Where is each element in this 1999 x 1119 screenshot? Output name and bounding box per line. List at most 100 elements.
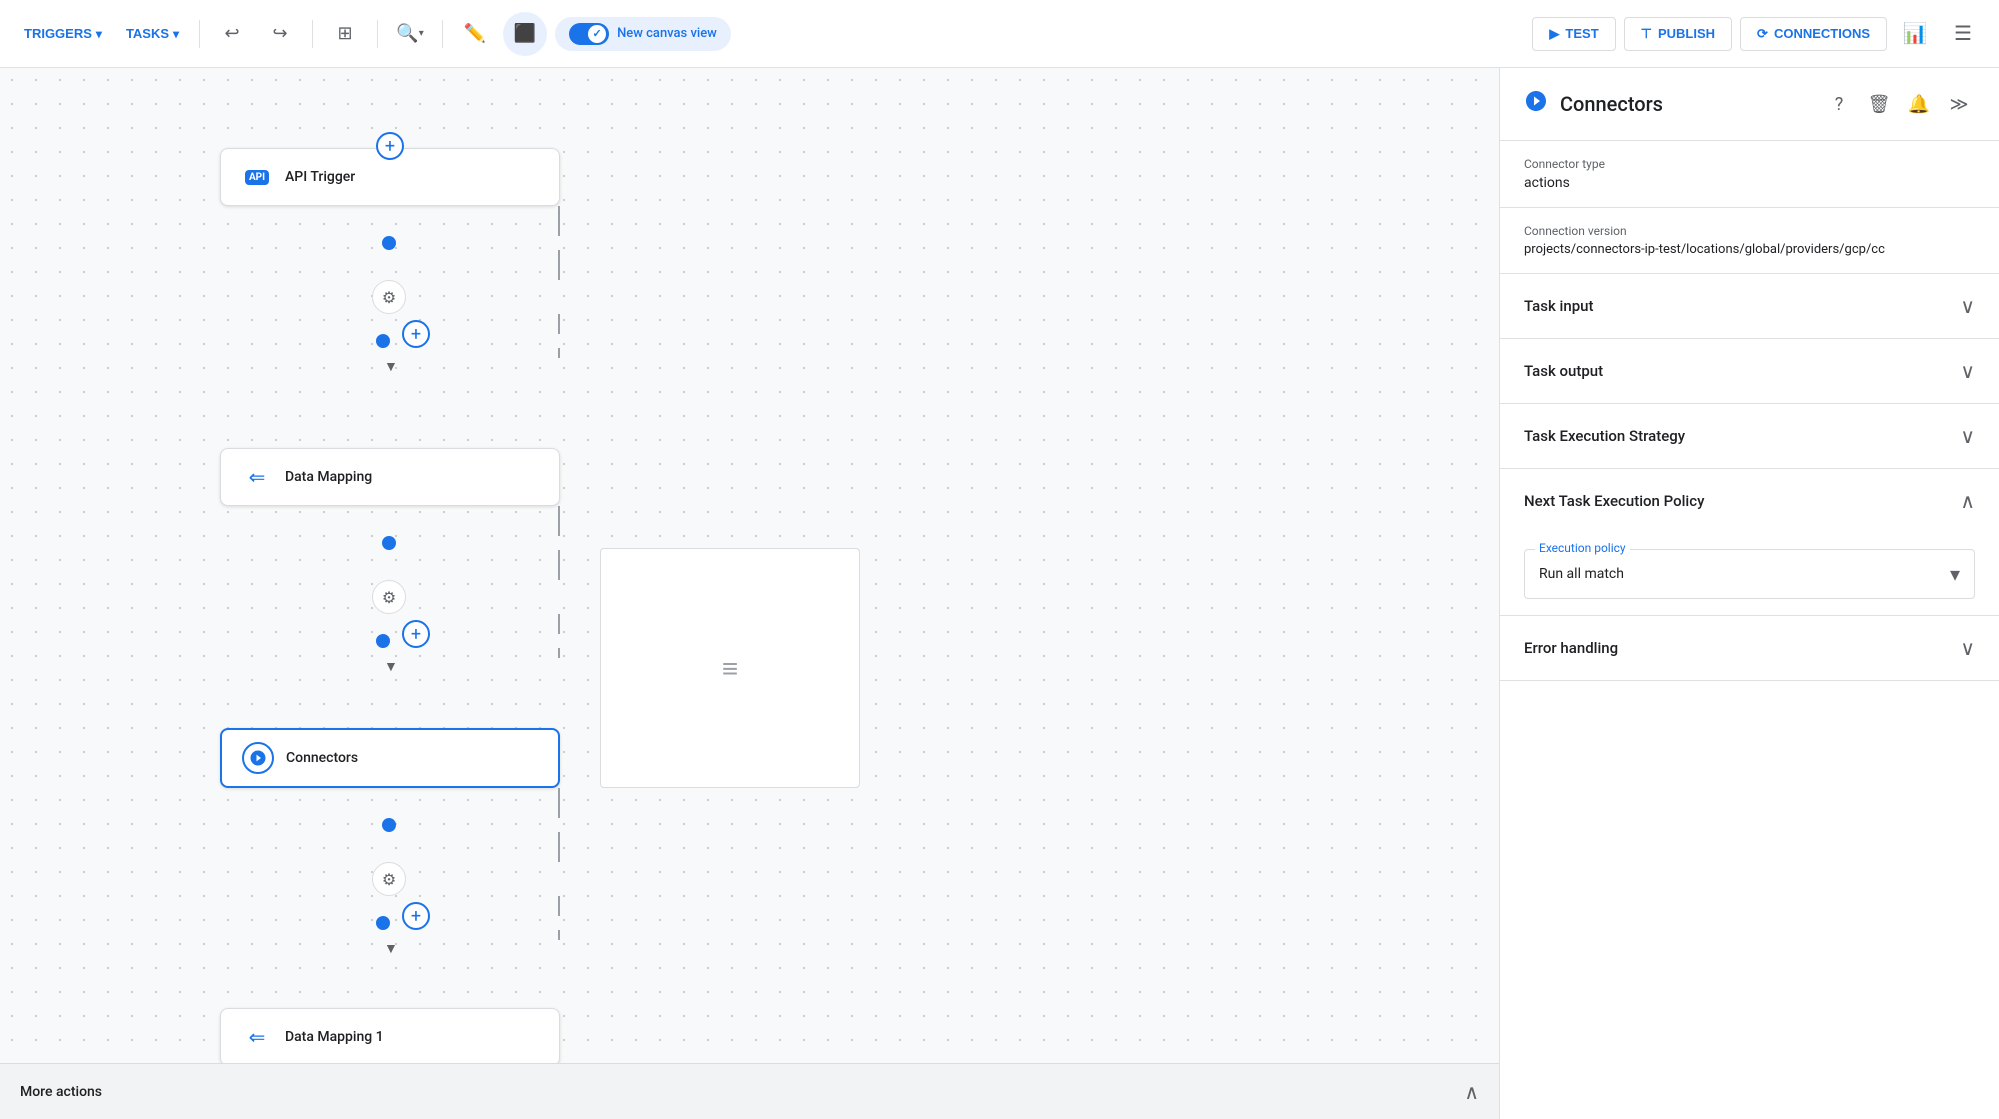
zoom-chevron: ▾ [419,28,424,39]
toolbar: TRIGGERS ▾ TASKS ▾ ↩ ↪ ⊞ 🔍 ▾ ✏️ ⬛ New ca… [0,0,1999,68]
separator-1 [199,20,200,48]
publish-button[interactable]: ⊤ PUBLISH [1624,17,1732,51]
error-handling-accordion: Error handling ∨ [1500,616,1999,681]
task-input-header[interactable]: Task input ∨ [1500,274,1999,338]
delete-icon[interactable]: 🗑 [1863,88,1895,120]
data-mapping-1-icon: ⇐ [249,1025,266,1049]
connectors-label: Connectors [286,750,358,766]
data-mapping-container: ⇐ Data Mapping ⚙ + ▼ [220,448,560,675]
gear-2[interactable]: ⚙ [372,580,406,614]
canvas-view-icon-button[interactable]: ⬛ [503,12,547,56]
bell-icon[interactable]: 🔔 [1903,88,1935,120]
line-10 [558,832,560,862]
execution-policy-field-label: Execution policy [1535,541,1630,555]
add-after-datamapping-button[interactable]: + [402,620,430,648]
triggers-menu[interactable]: TRIGGERS ▾ [16,20,110,47]
arrow-3: ▼ [384,940,724,957]
line-8 [558,648,560,658]
task-output-chevron-icon: ∨ [1960,359,1975,383]
connection-version-label: Connection version [1524,224,1975,238]
chart-icon: 📊 [1903,21,1928,46]
task-execution-strategy-accordion: Task Execution Strategy ∨ [1500,404,1999,469]
gear-1[interactable]: ⚙ [372,280,406,314]
api-trigger-label: API Trigger [285,169,355,185]
data-mapping-node[interactable]: ⇐ Data Mapping [220,448,560,506]
dot-2 [376,334,390,348]
canvas-toggle[interactable]: New canvas view [555,17,731,51]
panel-connectors-icon [1524,89,1548,119]
redo-button[interactable]: ↪ [260,14,300,54]
connector-type-value: actions [1524,175,1954,191]
separator-3 [377,20,378,48]
task-execution-strategy-label: Task Execution Strategy [1524,427,1685,445]
connectors-node[interactable]: Connectors [220,728,560,788]
right-panel: Connectors ? 🗑 🔔 ≫ Connector type action… [1499,68,1999,1119]
panel-title: Connectors [1560,92,1811,116]
data-mapping-icon-wrap: ⇐ [241,461,273,493]
line-11 [558,896,560,916]
execution-policy-select[interactable]: Execution policy Run all match ▾ [1524,549,1975,599]
toggle-switch[interactable] [569,23,609,45]
dot-1 [382,236,396,250]
task-input-label: Task input [1524,297,1593,315]
edit-button[interactable]: ✏️ [455,14,495,54]
tasks-chevron-icon: ▾ [173,27,179,41]
arrow-1: ▼ [384,358,724,375]
next-task-execution-chevron-up-icon: ∧ [1960,489,1975,513]
bottom-bar: More actions ∧ [0,1063,1499,1119]
gear-3[interactable]: ⚙ [372,862,406,896]
dot-5 [382,818,396,832]
triggers-chevron-icon: ▾ [96,27,102,41]
help-icon[interactable]: ? [1823,88,1855,120]
hamburger-icon: ☰ [1954,21,1972,46]
add-after-connectors-button[interactable]: + [402,902,430,930]
publish-icon: ⊤ [1641,26,1652,42]
publish-label: PUBLISH [1658,26,1715,41]
connections-button[interactable]: ⟳ CONNECTIONS [1740,17,1887,51]
collapse-panel-icon[interactable]: ≫ [1943,88,1975,120]
connection-version-value: projects/connectors-ip-test/locations/gl… [1524,242,1954,257]
connectors-container: Connectors ⚙ + ▼ [220,728,560,957]
undo-button[interactable]: ↩ [212,14,252,54]
redo-icon: ↪ [273,23,288,44]
test-button[interactable]: ▶ TEST [1532,17,1615,51]
zoom-icon: 🔍 [396,23,418,44]
connectors-icon [242,742,274,774]
analytics-button[interactable]: 📊 [1895,14,1935,54]
panel-actions: ? 🗑 🔔 ≫ [1823,88,1975,120]
line-12 [558,930,560,940]
info-card: ≡ [600,548,860,788]
layout-icon: ⊞ [338,23,353,44]
tasks-menu[interactable]: TASKS ▾ [118,20,187,47]
api-trigger-container: + API API Trigger ⚙ + [220,148,560,375]
api-badge: API [245,170,269,185]
canvas-icon: ⬛ [514,23,536,44]
line-4 [558,348,560,358]
line-5 [558,506,560,536]
add-after-trigger-button[interactable]: + [402,320,430,348]
connector-type-section: Connector type actions [1500,141,1999,208]
test-label: TEST [1565,26,1598,41]
task-execution-strategy-chevron-icon: ∨ [1960,424,1975,448]
dot-6 [376,916,390,930]
line-9 [558,788,560,818]
connector-type-label: Connector type [1524,157,1975,171]
connectors-icon-wrap [242,742,274,774]
task-execution-strategy-header[interactable]: Task Execution Strategy ∨ [1500,404,1999,468]
add-before-trigger-button[interactable]: + [376,132,404,160]
error-handling-header[interactable]: Error handling ∨ [1500,616,1999,680]
layout-button[interactable]: ⊞ [325,14,365,54]
error-handling-label: Error handling [1524,639,1618,657]
zoom-button[interactable]: 🔍 ▾ [390,14,430,54]
execution-policy-value: Run all match [1539,566,1624,582]
data-mapping-1-node[interactable]: ⇐ Data Mapping 1 [220,1008,560,1066]
task-output-header[interactable]: Task output ∨ [1500,339,1999,403]
data-mapping-icon: ⇐ [249,465,266,489]
line-1 [558,206,560,236]
bottom-bar-chevron-up[interactable]: ∧ [1464,1080,1479,1104]
line-2 [558,250,560,280]
execution-policy-dropdown-icon: ▾ [1950,562,1960,586]
canvas-area[interactable]: + API API Trigger ⚙ + [0,68,1499,1119]
main-menu-button[interactable]: ☰ [1943,14,1983,54]
next-task-execution-policy-header[interactable]: Next Task Execution Policy ∧ [1500,469,1999,533]
